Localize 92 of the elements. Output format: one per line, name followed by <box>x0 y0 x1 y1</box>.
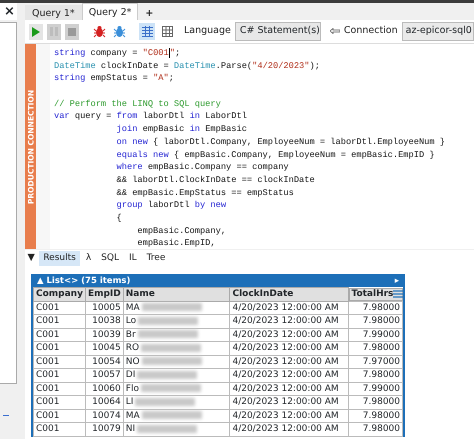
redaction-mark <box>142 357 202 366</box>
column-header[interactable]: ClockInDate <box>230 288 348 301</box>
table-cell: C001 <box>34 355 86 368</box>
connection-label: Connection <box>344 24 398 38</box>
table-cell: 10079 <box>85 422 124 436</box>
expand-icon[interactable]: ▸ <box>394 276 399 287</box>
table-cell: 4/20/2023 12:00:00 AM <box>230 314 348 328</box>
redaction-mark <box>135 398 196 406</box>
table-cell: C001 <box>34 301 86 314</box>
table-cell: 10054 <box>85 355 124 368</box>
result-tab[interactable]: SQL <box>97 250 123 266</box>
language-select[interactable]: C# Statement(s) <box>234 22 321 41</box>
table-cell: 7.98000 <box>348 409 402 422</box>
table-cell: 4/20/2023 12:00:00 AM <box>230 382 348 396</box>
stop-icon <box>68 28 76 36</box>
new-tab-button[interactable]: + <box>138 5 160 20</box>
table-cell: C001 <box>34 422 86 436</box>
redaction-mark <box>141 344 202 352</box>
result-tab[interactable]: λ <box>82 250 96 266</box>
table-cell: 7.97000 <box>348 355 402 368</box>
table-cell: 4/20/2023 12:00:00 AM <box>230 355 348 368</box>
collapse-icon[interactable]: ▼ <box>28 250 35 266</box>
query-tab[interactable]: Query 2* <box>82 3 138 20</box>
table-cell: 10038 <box>85 314 124 328</box>
table-cell: C001 <box>34 368 86 382</box>
table-cell: C001 <box>34 382 86 396</box>
table-cell: MA <box>126 410 140 421</box>
language-label: Language <box>184 24 231 38</box>
redaction-mark <box>140 384 201 392</box>
table-cell: 10045 <box>85 342 124 355</box>
run-button[interactable] <box>29 24 43 40</box>
list-header[interactable]: ▲ List<> (75 items) ▸ <box>33 276 403 287</box>
table-cell: 7.99000 <box>348 382 402 396</box>
redaction-mark <box>142 411 202 420</box>
redaction-mark <box>138 316 198 325</box>
list-title: ▲ List<> (75 items) <box>37 276 130 287</box>
table-cell: 4/20/2023 12:00:00 AM <box>230 409 348 422</box>
table-cell: LI <box>126 397 134 408</box>
connection-field[interactable]: az-epicor-sql0 <box>402 22 474 41</box>
table-cell: 7.98000 <box>348 314 402 328</box>
grid-view-icon[interactable] <box>159 23 175 40</box>
code-editor[interactable]: string company = "C001"; DateTime clockInDate = DateTime.Parse("4/20/2023"); string empStatus = "A"; // Perform the LINQ to SQL query var query = from laborDtl in LaborDtl join empBasic in EmpBasic on new { laborDtl.Company, EmployeeNum = laborDtl.EmployeeNum } equals new { empBasic.Company, EmployeeNum = empBasic.EmpID } where empBasic.Company == company && laborDtl.ClockInDate == clockInDate && empBasic.EmpStatus == empStatus group laborDtl by new { empBasic.Company, empBasic.EmpID, <box>50 44 474 249</box>
table-cell: C001 <box>34 396 86 409</box>
table-cell: Br <box>126 330 136 340</box>
table-cell: 10057 <box>85 368 124 382</box>
redaction-mark <box>137 424 198 433</box>
table-cell: C001 <box>34 342 86 355</box>
table-cell: NI <box>126 424 136 434</box>
table-cell: 7.98000 <box>348 301 402 314</box>
result-tab[interactable]: Tree <box>142 250 170 266</box>
run-icon <box>32 26 40 36</box>
table-cell: C001 <box>34 328 86 342</box>
table-cell: 7.99000 <box>348 328 402 342</box>
query-tab[interactable]: Query 1* <box>25 5 82 20</box>
column-header[interactable]: Name <box>123 288 230 301</box>
table-cell: 7.98000 <box>348 342 402 355</box>
table-cell: 7.98000 <box>348 368 402 382</box>
table-cell: RO <box>126 343 140 354</box>
table-cell: 10074 <box>85 409 124 422</box>
redaction-mark <box>138 330 198 338</box>
bug-icon[interactable] <box>91 23 107 40</box>
menu-icon[interactable] <box>393 288 404 300</box>
rows-view-icon[interactable] <box>139 23 155 40</box>
result-tab[interactable]: IL <box>124 250 141 266</box>
table-cell: 4/20/2023 12:00:00 AM <box>230 368 348 382</box>
table-cell: NO <box>126 356 140 367</box>
table-cell: Lo <box>126 316 136 326</box>
table-cell: 4/20/2023 12:00:00 AM <box>230 328 348 342</box>
table-cell: 4/20/2023 12:00:00 AM <box>230 422 348 436</box>
redaction-mark <box>137 370 198 379</box>
bug-icon[interactable] <box>111 23 127 40</box>
table-cell: 4/20/2023 12:00:00 AM <box>230 396 348 409</box>
table-cell: 7.98000 <box>348 396 402 409</box>
table-cell: DI <box>126 370 136 380</box>
column-header[interactable]: EmpID <box>85 288 124 301</box>
table-cell: 10064 <box>85 396 124 409</box>
table-cell: Flo <box>126 384 139 394</box>
table-cell: C001 <box>34 314 86 328</box>
table-cell: 4/20/2023 12:00:00 AM <box>230 342 348 355</box>
table-cell: 4/20/2023 12:00:00 AM <box>230 301 348 314</box>
table-cell: 10060 <box>85 382 124 396</box>
redaction-mark <box>142 303 202 312</box>
column-header-text: TotalHrs <box>352 288 394 300</box>
table-cell: 10039 <box>85 328 124 342</box>
table-cell: C001 <box>34 409 86 422</box>
column-header[interactable]: Company <box>34 288 86 301</box>
table-cell: MA <box>126 302 140 313</box>
table-cell: 10005 <box>85 301 124 314</box>
result-tab[interactable]: Results <box>39 250 80 266</box>
close-icon[interactable]: × <box>0 3 17 20</box>
link-underline <box>3 415 9 416</box>
table-cell: 7.98000 <box>348 422 402 436</box>
